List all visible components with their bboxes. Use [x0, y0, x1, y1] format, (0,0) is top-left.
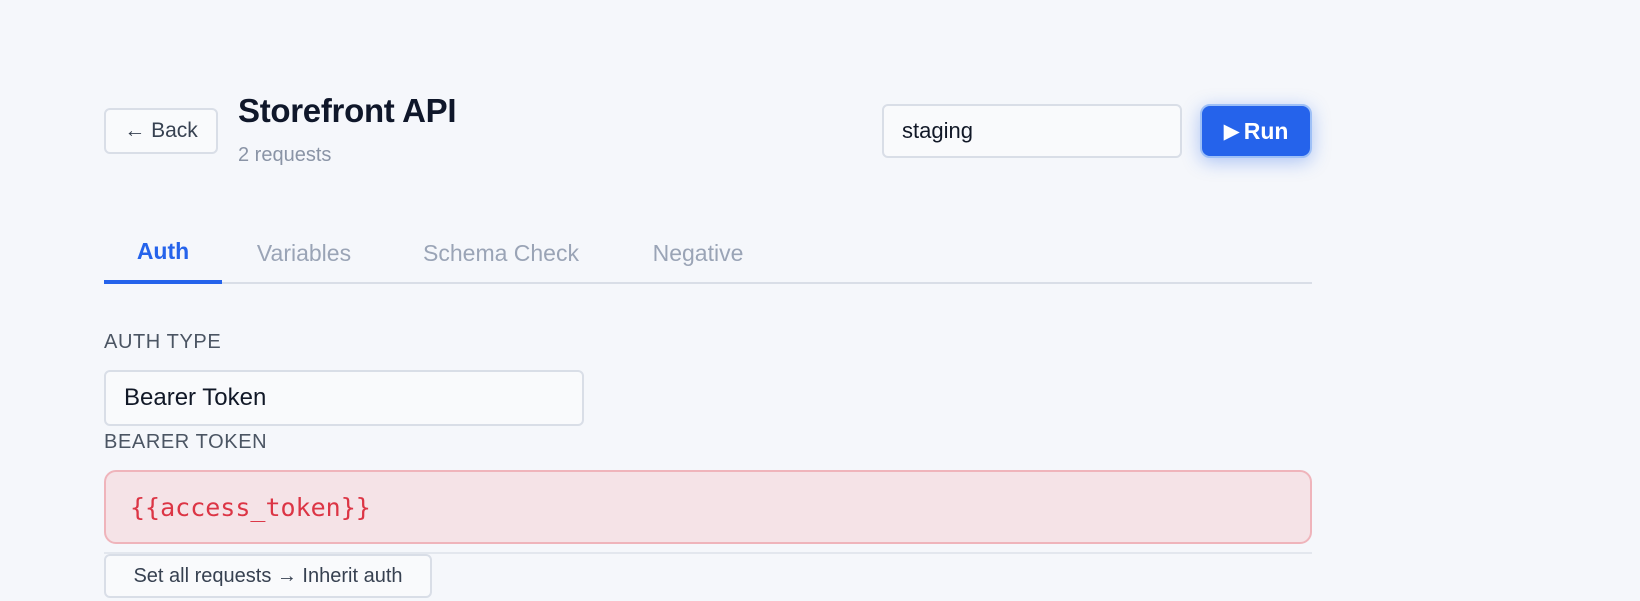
back-button[interactable]: ← Back — [104, 108, 218, 154]
tab-schema-check-label: Schema Check — [423, 239, 579, 266]
run-button[interactable]: ▶ Run — [1200, 104, 1312, 158]
page-title: Storefront API — [238, 92, 457, 129]
inherit-auth-button[interactable]: Set all requests → Inherit auth — [104, 554, 432, 598]
tab-variables-label: Variables — [256, 239, 352, 266]
tab-auth-label: Auth — [136, 237, 190, 264]
environment-input[interactable] — [882, 104, 1182, 158]
auth-type-label: AUTH TYPE — [104, 331, 222, 353]
tab-bar: Auth Variables Schema Check Negative — [104, 222, 1312, 284]
bearer-token-label: BEARER TOKEN — [104, 431, 268, 453]
collection-page: ← Back Storefront API 2 requests ▶ Run A… — [0, 0, 1640, 601]
tab-negative-label: Negative — [652, 239, 744, 266]
auth-type-value: Bearer Token — [124, 384, 267, 411]
bearer-token-input[interactable] — [104, 470, 1312, 544]
tab-schema-check[interactable]: Schema Check — [386, 222, 616, 284]
inherit-auth-button-label: Set all requests → Inherit auth — [133, 564, 403, 587]
play-icon: ▶ — [1223, 119, 1240, 143]
tab-auth[interactable]: Auth — [104, 222, 222, 284]
run-button-label: Run — [1243, 117, 1289, 144]
request-count: 2 requests — [238, 144, 332, 166]
auth-type-select[interactable]: Bearer Token — [104, 370, 584, 426]
tab-negative[interactable]: Negative — [616, 222, 780, 284]
back-button-label: ← Back — [124, 119, 198, 142]
tab-variables[interactable]: Variables — [222, 222, 386, 284]
